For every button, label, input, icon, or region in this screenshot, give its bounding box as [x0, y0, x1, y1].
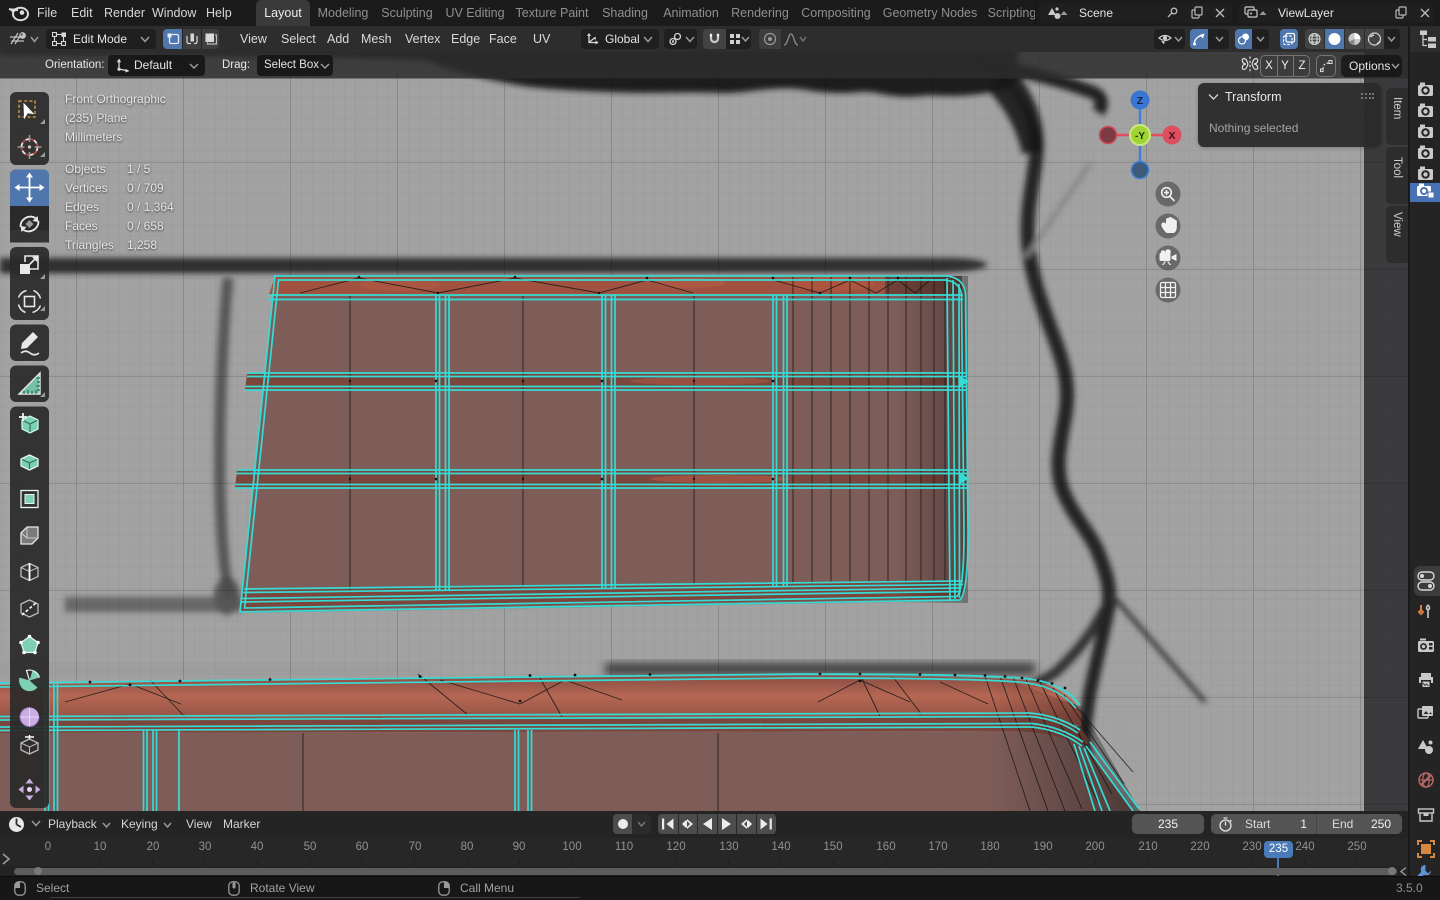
svg-text:Z: Z — [1137, 95, 1144, 107]
svg-text:-Y: -Y — [1135, 131, 1145, 142]
svg-text:X: X — [1168, 130, 1175, 142]
